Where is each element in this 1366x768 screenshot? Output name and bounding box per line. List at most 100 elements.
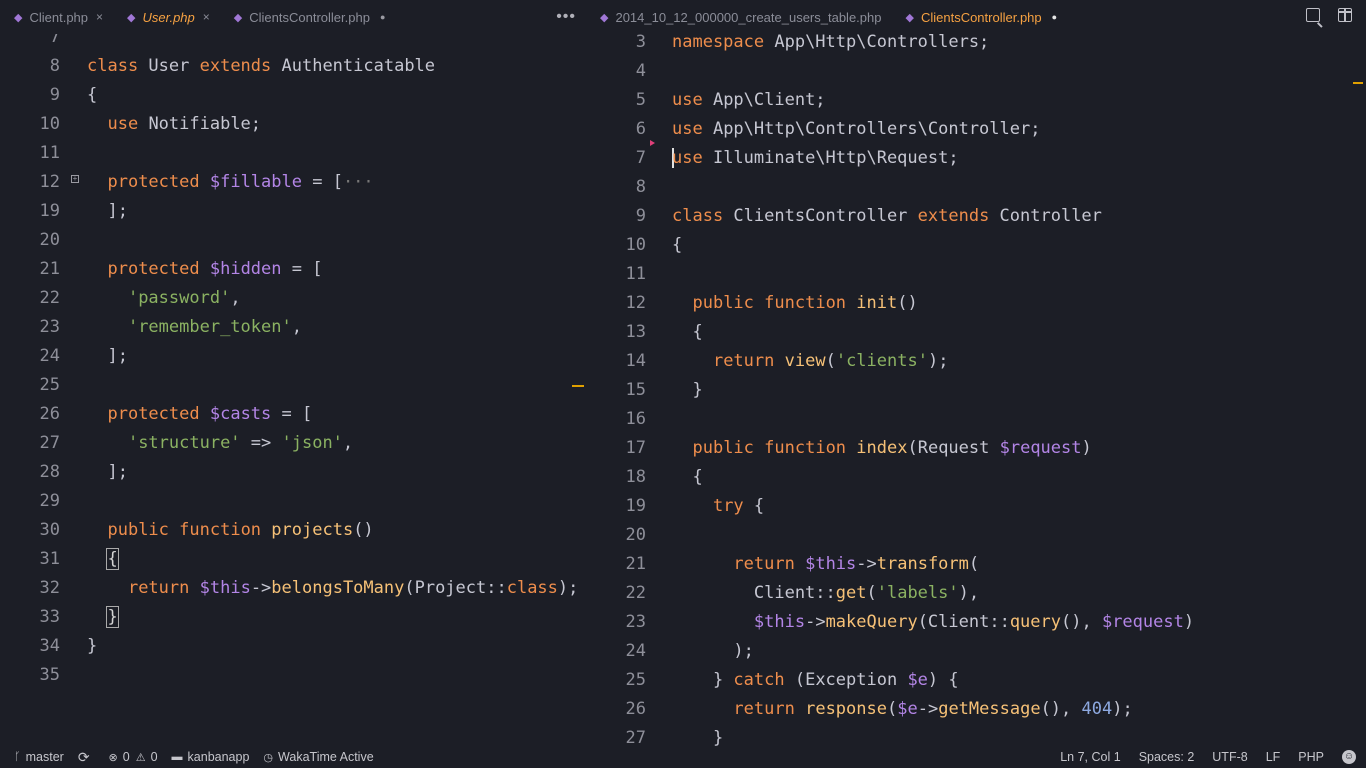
line-number: 27 bbox=[625, 728, 646, 746]
code-token: = [ bbox=[271, 404, 313, 424]
line-number: 13 bbox=[625, 322, 646, 342]
tab-left-0[interactable]: ◆ Client.php × bbox=[0, 0, 113, 34]
line-number: 12 bbox=[39, 172, 60, 192]
code-content: protected $fillable = [··· bbox=[60, 168, 373, 197]
code-token: $request bbox=[1101, 612, 1184, 632]
code-line: 26 return response($e->getMessage(), 404… bbox=[600, 695, 1194, 724]
code-token: (Exception bbox=[784, 670, 908, 690]
split-editor-icon[interactable] bbox=[1338, 8, 1352, 22]
code-token: { bbox=[743, 496, 765, 516]
code-token: ); bbox=[1112, 699, 1133, 719]
code-token: $request bbox=[999, 438, 1082, 458]
code-line: 12 public function init() bbox=[600, 289, 1194, 318]
code-line: 10 { bbox=[600, 231, 1194, 260]
code-token: query bbox=[1009, 612, 1061, 632]
encoding[interactable]: UTF-8 bbox=[1212, 750, 1247, 764]
code-content: ]; bbox=[60, 342, 127, 371]
code-token: ( bbox=[886, 699, 898, 719]
php-file-icon: ◆ bbox=[905, 11, 914, 24]
branch-indicator[interactable]: ᚴ master bbox=[14, 750, 64, 764]
code-line: 22 Client::get('labels'), bbox=[600, 579, 1194, 608]
line-number: 18 bbox=[625, 467, 646, 487]
code-token: ) bbox=[1183, 612, 1195, 632]
code-line: 20 bbox=[0, 226, 578, 255]
line-number: 3 bbox=[635, 34, 646, 52]
line-number: 4 bbox=[635, 61, 646, 81]
code-line: 31 { bbox=[0, 545, 578, 574]
code-content: try { bbox=[646, 492, 764, 521]
code-line: 21 protected $hidden = [ bbox=[0, 255, 578, 284]
code-token: } bbox=[672, 728, 724, 746]
code-content: ); bbox=[646, 637, 753, 666]
code-line: 29 bbox=[0, 487, 578, 516]
tab-label: Client.php bbox=[29, 9, 89, 25]
code-token: return bbox=[712, 351, 775, 371]
more-actions-icon[interactable]: ••• bbox=[556, 8, 576, 26]
line-number: 23 bbox=[39, 317, 60, 337]
close-icon[interactable]: × bbox=[203, 10, 210, 24]
code-token: (Client:: bbox=[917, 612, 1010, 632]
code-token: $this bbox=[805, 554, 857, 574]
code-content: { bbox=[646, 231, 682, 260]
cursor-position[interactable]: Ln 7, Col 1 bbox=[1060, 750, 1120, 764]
problems-indicator[interactable]: ⊗ 0 ⚠ 0 bbox=[109, 750, 158, 764]
left-tab-bar: ◆ Client.php × ◆ User.php × ◆ ClientsController… bbox=[0, 0, 586, 34]
feedback-icon[interactable]: ☺ bbox=[1342, 750, 1356, 764]
code-token: Authenticatable bbox=[271, 56, 436, 76]
code-content: { bbox=[60, 81, 97, 110]
close-icon[interactable]: × bbox=[96, 10, 103, 24]
code-token: return bbox=[733, 554, 795, 574]
tab-right-1[interactable]: ◆ ClientsController.php ● bbox=[891, 0, 1067, 34]
code-content: ]; bbox=[60, 197, 127, 226]
end-of-line[interactable]: LF bbox=[1266, 750, 1281, 764]
code-line: 27 'structure' => 'json', bbox=[0, 429, 578, 458]
wakatime-indicator[interactable]: ◷ WakaTime Active bbox=[263, 750, 373, 764]
unsaved-dot-icon[interactable]: ● bbox=[1052, 12, 1057, 22]
line-number: 10 bbox=[39, 114, 60, 134]
open-changes-icon[interactable] bbox=[1306, 8, 1320, 22]
status-bar: ᚴ master ⟳ ⊗ 0 ⚠ 0 ▬ kanbanapp ◷ WakaTim… bbox=[0, 746, 1366, 768]
code-token: $this bbox=[753, 612, 806, 632]
code-token: try bbox=[712, 496, 744, 516]
language-mode[interactable]: PHP bbox=[1298, 750, 1324, 764]
code-token: use bbox=[672, 90, 703, 110]
line-number: 35 bbox=[39, 665, 60, 685]
code-line: 8 bbox=[600, 173, 1194, 202]
code-token: () bbox=[897, 293, 918, 313]
code-token: { bbox=[672, 322, 703, 342]
branch-name: master bbox=[25, 750, 64, 764]
code-token: = [ bbox=[281, 259, 323, 279]
code-content bbox=[60, 661, 87, 690]
sync-button[interactable]: ⟳ bbox=[78, 749, 95, 766]
code-token: ( bbox=[968, 554, 980, 574]
line-number: 23 bbox=[625, 612, 646, 632]
right-tab-bar: ◆ 2014_10_12_000000_create_users_table.ph… bbox=[586, 0, 1366, 34]
right-editor[interactable]: 3 namespace App\Http\Controllers; 4 5 use Ap… bbox=[600, 34, 1366, 746]
tab-left-1[interactable]: ◆ User.php × bbox=[113, 0, 220, 34]
indentation[interactable]: Spaces: 2 bbox=[1139, 750, 1195, 764]
tab-left-2[interactable]: ◆ ClientsController.php ● bbox=[220, 0, 396, 34]
left-editor[interactable]: 7 8 class User extends Authenticatable 9{10… bbox=[0, 34, 590, 746]
line-number: 8 bbox=[49, 56, 60, 76]
folder-indicator[interactable]: ▬ kanbanapp bbox=[172, 750, 250, 764]
code-content: { bbox=[60, 545, 119, 574]
error-icon: ⊗ bbox=[108, 751, 118, 764]
code-content: } catch (Exception $e) { bbox=[646, 666, 959, 695]
code-line: 9{ bbox=[0, 81, 578, 110]
line-number: 8 bbox=[635, 177, 646, 197]
git-branch-icon: ᚴ bbox=[14, 751, 21, 763]
code-line: 17 public function index(Request $reques… bbox=[600, 434, 1194, 463]
line-number: 9 bbox=[635, 206, 646, 226]
code-token: = [ bbox=[301, 172, 343, 192]
unsaved-dot-icon[interactable]: ● bbox=[380, 12, 385, 22]
line-number: 33 bbox=[39, 607, 60, 627]
tab-right-0[interactable]: ◆ 2014_10_12_000000_create_users_table.ph… bbox=[586, 0, 891, 34]
fold-expand-icon[interactable]: + bbox=[71, 175, 79, 183]
folder-name: kanbanapp bbox=[187, 750, 250, 764]
code-token: => bbox=[240, 433, 282, 453]
folder-icon: ▬ bbox=[171, 751, 183, 763]
